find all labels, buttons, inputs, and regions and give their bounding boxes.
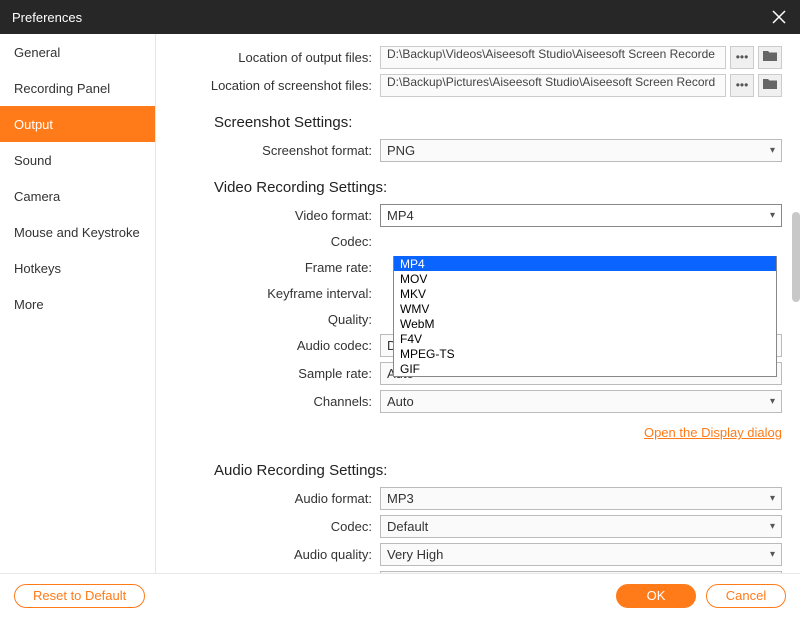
sidebar-item-label: General	[14, 45, 60, 60]
select-value: Very High	[387, 547, 443, 562]
open-folder-button[interactable]	[758, 46, 782, 69]
section-screenshot-settings: Screenshot Settings:	[214, 114, 782, 131]
video-format-dropdown[interactable]: MP4 MOV MKV WMV WebM F4V MPEG-TS GIF	[393, 256, 777, 377]
dropdown-option-mp4[interactable]: MP4	[394, 256, 776, 271]
section-video-settings: Video Recording Settings:	[214, 179, 782, 196]
sidebar-item-mouse-keystroke[interactable]: Mouse and Keystroke	[0, 214, 155, 250]
output-path-field[interactable]: D:\Backup\Videos\Aiseesoft Studio\Aisees…	[380, 46, 726, 69]
chevron-down-icon: ▾	[770, 493, 775, 504]
screenshot-format-select[interactable]: PNG ▾	[380, 139, 782, 162]
browse-button[interactable]: •••	[730, 74, 754, 97]
video-quality-label: Quality:	[170, 312, 380, 327]
open-folder-button[interactable]	[758, 74, 782, 97]
video-channels-label: Channels:	[170, 394, 380, 409]
dots-icon: •••	[736, 50, 749, 64]
video-audiocodec-label: Audio codec:	[170, 338, 380, 353]
folder-icon	[763, 50, 777, 65]
sidebar-item-label: Output	[14, 117, 53, 132]
audio-format-select[interactable]: MP3 ▾	[380, 487, 782, 510]
select-value: MP4	[387, 208, 414, 223]
sidebar-item-recording-panel[interactable]: Recording Panel	[0, 70, 155, 106]
chevron-down-icon: ▾	[770, 210, 775, 221]
screenshot-path-label: Location of screenshot files:	[170, 78, 380, 93]
window-title: Preferences	[12, 10, 82, 25]
select-value: PNG	[387, 143, 415, 158]
ok-button[interactable]: OK	[616, 584, 696, 608]
chevron-down-icon: ▾	[770, 396, 775, 407]
button-label: Cancel	[726, 588, 766, 603]
select-value: Default	[387, 519, 428, 534]
dropdown-option-mkv[interactable]: MKV	[394, 286, 776, 301]
sidebar-item-more[interactable]: More	[0, 286, 155, 322]
close-icon[interactable]	[770, 8, 788, 26]
chevron-down-icon: ▾	[770, 549, 775, 560]
sidebar-item-label: Sound	[14, 153, 52, 168]
sidebar-item-label: More	[14, 297, 44, 312]
video-channels-select[interactable]: Auto ▾	[380, 390, 782, 413]
scrollbar-thumb[interactable]	[792, 212, 800, 302]
button-label: OK	[647, 588, 666, 603]
dropdown-option-mov[interactable]: MOV	[394, 271, 776, 286]
audio-codec-label: Codec:	[170, 519, 380, 534]
reset-button[interactable]: Reset to Default	[14, 584, 145, 608]
dropdown-option-webm[interactable]: WebM	[394, 316, 776, 331]
video-codec-label: Codec:	[170, 234, 380, 249]
dropdown-option-gif[interactable]: GIF	[394, 361, 776, 376]
button-label: Reset to Default	[33, 588, 126, 603]
cancel-button[interactable]: Cancel	[706, 584, 786, 608]
chevron-down-icon: ▾	[770, 145, 775, 156]
output-path-label: Location of output files:	[170, 50, 380, 65]
dropdown-option-f4v[interactable]: F4V	[394, 331, 776, 346]
select-value: MP3	[387, 491, 414, 506]
sidebar-item-hotkeys[interactable]: Hotkeys	[0, 250, 155, 286]
dropdown-option-wmv[interactable]: WMV	[394, 301, 776, 316]
sidebar-item-sound[interactable]: Sound	[0, 142, 155, 178]
browse-button[interactable]: •••	[730, 46, 754, 69]
dots-icon: •••	[736, 78, 749, 92]
sidebar-item-general[interactable]: General	[0, 34, 155, 70]
sidebar-item-label: Mouse and Keystroke	[14, 225, 140, 240]
audio-format-label: Audio format:	[170, 491, 380, 506]
dropdown-option-mpegts[interactable]: MPEG-TS	[394, 346, 776, 361]
preferences-window: Preferences General Recording Panel Outp…	[0, 0, 800, 617]
video-framerate-label: Frame rate:	[170, 260, 380, 275]
video-keyframe-label: Keyframe interval:	[170, 286, 380, 301]
screenshot-path-field[interactable]: D:\Backup\Pictures\Aiseesoft Studio\Aise…	[380, 74, 726, 97]
sidebar-item-label: Hotkeys	[14, 261, 61, 276]
chevron-down-icon: ▾	[770, 521, 775, 532]
video-samplerate-label: Sample rate:	[170, 366, 380, 381]
audio-quality-label: Audio quality:	[170, 547, 380, 562]
audio-samplerate-select[interactable]: Auto ▾	[380, 571, 782, 574]
footer: Reset to Default OK Cancel	[0, 573, 800, 617]
select-value: Auto	[387, 394, 414, 409]
audio-quality-select[interactable]: Very High ▾	[380, 543, 782, 566]
section-audio-settings: Audio Recording Settings:	[214, 462, 782, 479]
sidebar: General Recording Panel Output Sound Cam…	[0, 34, 156, 573]
screenshot-format-label: Screenshot format:	[170, 143, 380, 158]
folder-icon	[763, 78, 777, 93]
open-display-dialog-link[interactable]: Open the Display dialog	[644, 425, 782, 440]
audio-codec-select[interactable]: Default ▾	[380, 515, 782, 538]
video-format-select[interactable]: MP4 ▾	[380, 204, 782, 227]
video-format-label: Video format:	[170, 208, 380, 223]
sidebar-item-label: Recording Panel	[14, 81, 110, 96]
title-bar: Preferences	[0, 0, 800, 34]
sidebar-item-output[interactable]: Output	[0, 106, 155, 142]
body: General Recording Panel Output Sound Cam…	[0, 34, 800, 573]
sidebar-item-camera[interactable]: Camera	[0, 178, 155, 214]
sidebar-item-label: Camera	[14, 189, 60, 204]
